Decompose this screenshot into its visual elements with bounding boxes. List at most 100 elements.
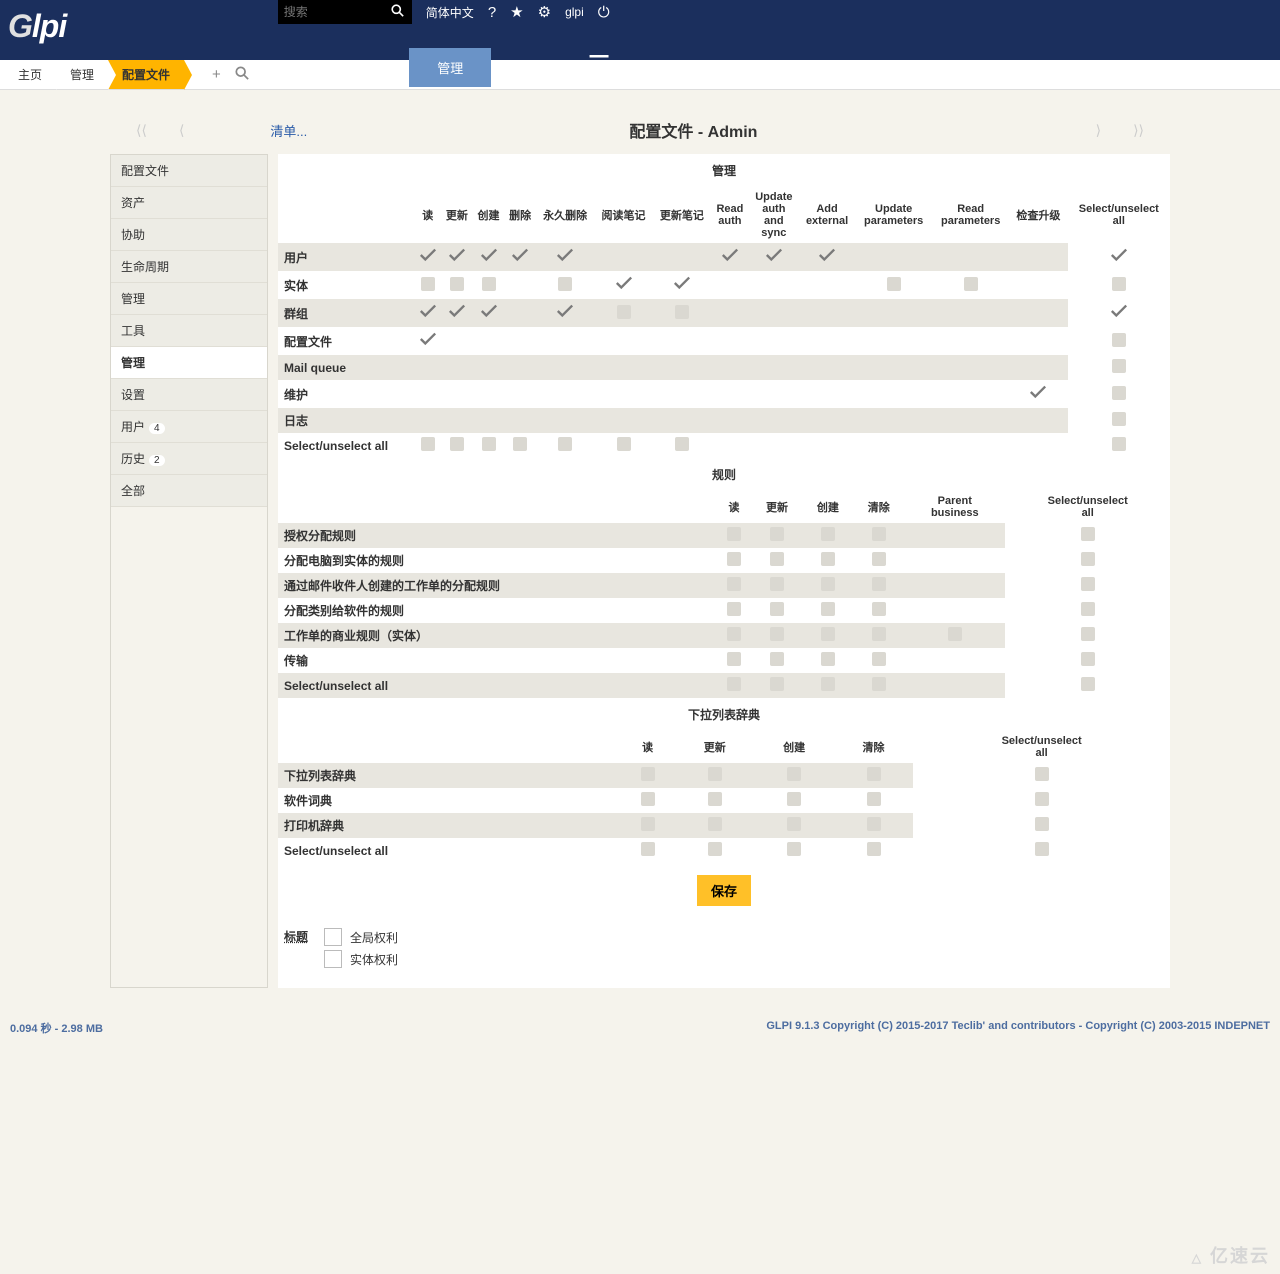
sidebar-item[interactable]: 全部 (111, 475, 267, 507)
checkbox[interactable] (1081, 577, 1095, 591)
checkbox[interactable] (1112, 437, 1126, 451)
checkbox[interactable] (513, 437, 527, 451)
nav-item-3[interactable]: 工具 (327, 48, 409, 87)
search-icon[interactable] (235, 66, 249, 84)
breadcrumb-item[interactable]: 主页 (4, 60, 56, 89)
checkbox[interactable] (617, 305, 631, 319)
checkbox[interactable] (872, 577, 886, 591)
checkbox[interactable] (450, 277, 464, 291)
sidebar-item[interactable]: 协助 (111, 219, 267, 251)
app-logo[interactable]: Glpi (0, 8, 81, 53)
checkbox[interactable] (727, 652, 741, 666)
nav-item-4[interactable]: 管理 (409, 48, 491, 87)
checkbox[interactable] (872, 677, 886, 691)
checkbox[interactable] (1112, 333, 1126, 347)
checkbox[interactable] (1035, 842, 1049, 856)
gear-icon[interactable]: ⚙ (538, 3, 551, 21)
add-icon[interactable]: + (212, 66, 221, 84)
save-button[interactable]: 保存 (697, 875, 751, 906)
checkbox[interactable] (727, 677, 741, 691)
nav-item-5[interactable]: 设置 (491, 48, 573, 87)
checkbox[interactable] (1035, 792, 1049, 806)
checkbox[interactable] (872, 602, 886, 616)
checkbox[interactable] (948, 627, 962, 641)
checkbox[interactable] (1112, 277, 1126, 291)
sidebar-item[interactable]: 用户4 (111, 411, 267, 443)
checkbox[interactable] (770, 527, 784, 541)
checkbox[interactable] (450, 437, 464, 451)
checkbox[interactable] (821, 552, 835, 566)
sidebar-item[interactable]: 历史2 (111, 443, 267, 475)
star-icon[interactable]: ★ (510, 3, 523, 21)
checkbox[interactable] (1081, 602, 1095, 616)
power-icon[interactable]: ⏻ (598, 4, 610, 21)
checkbox[interactable] (887, 277, 901, 291)
checkbox[interactable] (770, 602, 784, 616)
sidebar-item[interactable]: 工具 (111, 315, 267, 347)
sidebar-item[interactable]: 资产 (111, 187, 267, 219)
first-icon[interactable]: ⟨⟨ (120, 122, 163, 139)
help-icon[interactable]: ? (488, 4, 496, 21)
checkbox[interactable] (708, 792, 722, 806)
checkbox[interactable] (964, 277, 978, 291)
hamburger-icon[interactable]: ☰ (573, 50, 624, 87)
checkbox[interactable] (727, 577, 741, 591)
search-input[interactable] (278, 0, 383, 24)
checkbox[interactable] (727, 527, 741, 541)
checkbox[interactable] (558, 277, 572, 291)
checkbox[interactable] (1081, 552, 1095, 566)
checkbox[interactable] (770, 552, 784, 566)
breadcrumb-item[interactable]: 配置文件 (108, 60, 184, 89)
checkbox[interactable] (787, 817, 801, 831)
language-link[interactable]: 简体中文 (426, 4, 474, 21)
checkbox[interactable] (867, 842, 881, 856)
checkbox[interactable] (641, 817, 655, 831)
checkbox[interactable] (421, 437, 435, 451)
checkbox[interactable] (821, 652, 835, 666)
checkbox[interactable] (1112, 359, 1126, 373)
checkbox[interactable] (770, 652, 784, 666)
checkbox[interactable] (821, 577, 835, 591)
nav-item-2[interactable]: 管理 (245, 48, 327, 87)
sidebar-item[interactable]: 配置文件 (111, 155, 267, 187)
checkbox[interactable] (770, 677, 784, 691)
checkbox[interactable] (867, 792, 881, 806)
checkbox[interactable] (821, 627, 835, 641)
checkbox[interactable] (1081, 652, 1095, 666)
search-button[interactable] (383, 0, 412, 24)
sidebar-item[interactable]: 设置 (111, 379, 267, 411)
checkbox[interactable] (821, 677, 835, 691)
checkbox[interactable] (770, 627, 784, 641)
checkbox[interactable] (1035, 767, 1049, 781)
checkbox[interactable] (867, 767, 881, 781)
checkbox[interactable] (1081, 677, 1095, 691)
checkbox[interactable] (727, 552, 741, 566)
sidebar-item[interactable]: 生命周期 (111, 251, 267, 283)
checkbox[interactable] (727, 627, 741, 641)
checkbox[interactable] (821, 602, 835, 616)
checkbox[interactable] (708, 817, 722, 831)
last-icon[interactable]: ⟩⟩ (1117, 122, 1160, 139)
checkbox[interactable] (641, 842, 655, 856)
checkbox[interactable] (787, 792, 801, 806)
checkbox[interactable] (708, 842, 722, 856)
checkbox[interactable] (867, 817, 881, 831)
sidebar-item[interactable]: 管理 (111, 347, 267, 379)
prev-icon[interactable]: ⟨ (163, 122, 200, 139)
checkbox[interactable] (770, 577, 784, 591)
checkbox[interactable] (727, 602, 741, 616)
checkbox[interactable] (821, 527, 835, 541)
checkbox[interactable] (1081, 627, 1095, 641)
user-link[interactable]: glpi (565, 5, 584, 19)
checkbox[interactable] (421, 277, 435, 291)
checkbox[interactable] (482, 277, 496, 291)
checkbox[interactable] (675, 437, 689, 451)
checkbox[interactable] (617, 437, 631, 451)
checkbox[interactable] (872, 527, 886, 541)
checkbox[interactable] (872, 652, 886, 666)
checkbox[interactable] (787, 842, 801, 856)
checkbox[interactable] (641, 767, 655, 781)
checkbox[interactable] (872, 552, 886, 566)
checkbox[interactable] (482, 437, 496, 451)
checkbox[interactable] (558, 437, 572, 451)
